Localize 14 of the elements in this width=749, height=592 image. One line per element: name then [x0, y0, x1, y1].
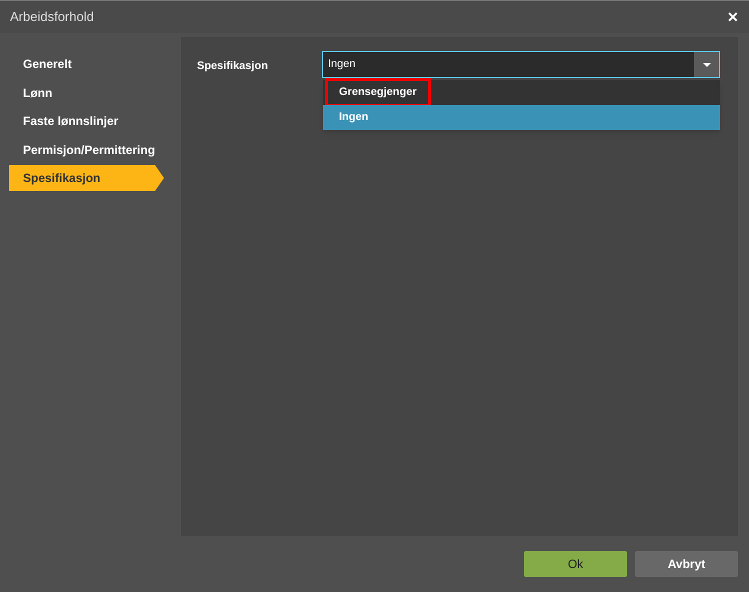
sidebar-item[interactable]: Faste lønnslinjer	[9, 108, 155, 134]
dropdown-caret-icon[interactable]	[694, 52, 719, 77]
ok-button[interactable]: Ok	[524, 551, 627, 577]
sidebar-item[interactable]: Spesifikasjon	[9, 165, 164, 191]
window-title: Arbeidsforhold	[10, 8, 94, 26]
cancel-button[interactable]: Avbryt	[635, 551, 738, 577]
close-button[interactable]: ✕	[727, 6, 739, 28]
sidebar-item[interactable]: Generelt	[9, 51, 155, 77]
dropdown-option[interactable]: Grensegjenger	[323, 80, 720, 105]
select-value: Ingen	[327, 57, 357, 72]
sidebar-item[interactable]: Permisjon/Permittering	[9, 136, 155, 162]
sidebar-item[interactable]: Lønn	[9, 80, 155, 106]
select-field[interactable]: Ingen	[322, 51, 720, 78]
field-label: Spesifikasjon	[197, 59, 269, 74]
